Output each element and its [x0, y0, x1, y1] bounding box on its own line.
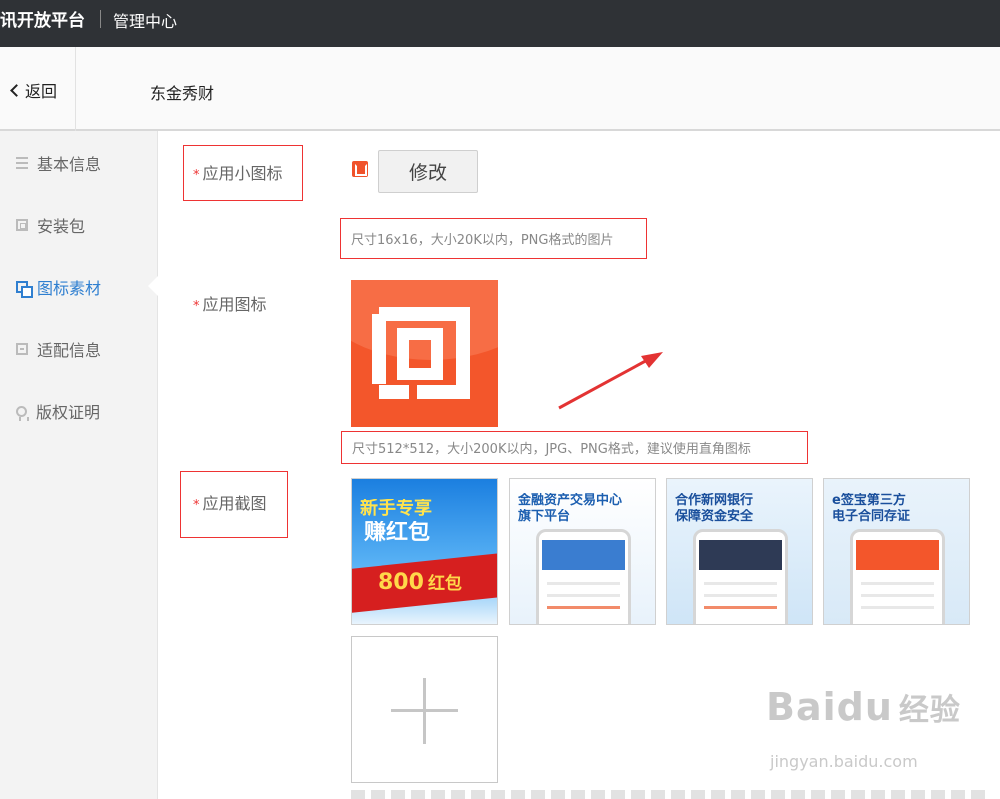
- small-icon-label: * 应用小图标: [193, 164, 283, 183]
- management-center-link[interactable]: 管理中心: [113, 8, 177, 32]
- document-icon: [16, 343, 28, 355]
- sidebar-item-icon-assets[interactable]: 图标素材: [16, 275, 101, 299]
- list-icon: [16, 157, 28, 169]
- back-button[interactable]: 返回: [10, 78, 57, 102]
- header-divider: [75, 47, 76, 131]
- package-icon: [16, 219, 28, 231]
- active-indicator: [148, 276, 158, 296]
- screenshot-4[interactable]: e签宝第三方 电子合同存证: [823, 478, 970, 625]
- app-icon-image[interactable]: [351, 280, 498, 427]
- small-app-icon: [352, 161, 368, 177]
- app-name: 东金秀财: [150, 84, 215, 103]
- modify-button[interactable]: 修改: [378, 150, 478, 193]
- sidebar-item-label: 版权证明: [36, 403, 101, 422]
- badge-icon: [16, 405, 29, 421]
- cut-off-text: [351, 790, 991, 799]
- required-mark: *: [193, 299, 200, 314]
- platform-brand[interactable]: 讯开放平台: [0, 6, 85, 31]
- image-icon: [16, 281, 33, 298]
- small-icon-hint: 尺寸16x16，大小20K以内，PNG格式的图片: [340, 218, 647, 259]
- screenshot-1[interactable]: 新手专享 赚红包 800 红包: [351, 478, 498, 625]
- sidebar-item-label: 基本信息: [37, 155, 102, 174]
- sidebar-item-label: 安装包: [37, 217, 86, 236]
- screenshot-3[interactable]: 合作新网银行 保障资金安全: [666, 478, 813, 625]
- phone-mockup: [536, 529, 631, 624]
- chevron-left-icon: [10, 83, 23, 97]
- back-label: 返回: [25, 82, 58, 101]
- app-icon-label: * 应用图标: [193, 295, 267, 314]
- sidebar: 基本信息 安装包 图标素材 适配信息 版权证明: [0, 131, 158, 799]
- app-header: 返回 东金秀财: [0, 47, 1000, 131]
- app-icon-hint: 尺寸512*512，大小200K以内，JPG、PNG格式，建议使用直角图标: [341, 431, 808, 464]
- sidebar-item-package[interactable]: 安装包: [16, 213, 85, 237]
- sidebar-item-copyright[interactable]: 版权证明: [16, 399, 100, 423]
- add-screenshot-button[interactable]: [351, 636, 498, 783]
- sidebar-item-label: 适配信息: [37, 341, 102, 360]
- required-mark: *: [193, 168, 200, 183]
- app-logo-icon: [372, 307, 470, 399]
- sidebar-item-basic-info[interactable]: 基本信息: [16, 151, 101, 175]
- sidebar-item-label: 图标素材: [37, 279, 102, 298]
- screenshot-2[interactable]: 金融资产交易中心 旗下平台: [509, 478, 656, 625]
- baidu-watermark: Baidu 经验: [766, 685, 961, 729]
- top-navigation-bar: 讯开放平台 管理中心: [0, 0, 1000, 47]
- annotation-arrow-icon: [558, 352, 663, 410]
- phone-mockup: [693, 529, 788, 624]
- sidebar-item-adaptation[interactable]: 适配信息: [16, 337, 101, 361]
- header-divider: [100, 10, 101, 28]
- watermark-url: jingyan.baidu.com: [770, 752, 918, 771]
- required-mark: *: [193, 498, 200, 513]
- screenshots-label: * 应用截图: [193, 494, 267, 513]
- phone-mockup: [850, 529, 945, 624]
